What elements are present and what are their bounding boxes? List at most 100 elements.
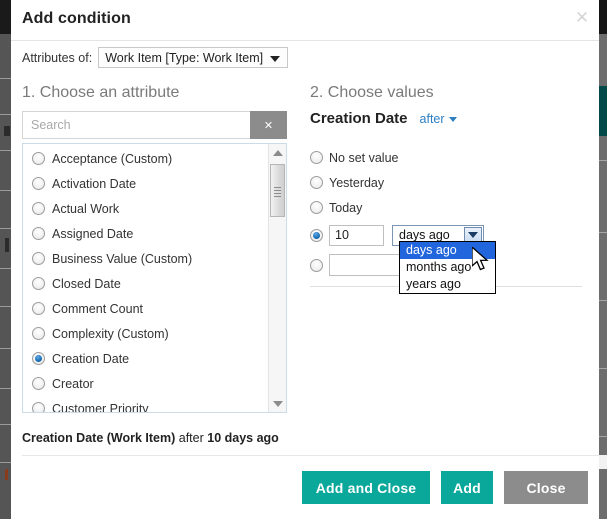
attribute-list-item-label: Complexity (Custom): [52, 326, 169, 341]
background-divider: [599, 368, 607, 369]
radio-selected-icon[interactable]: [32, 352, 45, 365]
scrollbar-grip-line: [274, 187, 281, 188]
attribute-list-item-label: Closed Date: [52, 276, 121, 291]
attribute-list-item[interactable]: Complexity (Custom): [23, 321, 267, 346]
value-option-row[interactable]: No set value: [310, 145, 599, 170]
attribute-list-item-label: Assigned Date: [52, 226, 134, 241]
attributes-of-select[interactable]: Work Item [Type: Work Item]: [98, 47, 289, 68]
attribute-list-item-label: Acceptance (Custom): [52, 151, 173, 166]
attribute-list-item-label: Creator: [52, 376, 94, 391]
add-button[interactable]: Add: [441, 471, 493, 504]
chevron-down-icon: [448, 116, 457, 122]
attribute-list-item[interactable]: Business Value (Custom): [23, 246, 267, 271]
attribute-search-row: ✕: [22, 111, 287, 139]
background-divider: [599, 436, 607, 437]
background-glyph: [4, 126, 10, 136]
attribute-list-item[interactable]: Actual Work: [23, 196, 267, 221]
radio-icon[interactable]: [310, 258, 323, 272]
radio-selected-icon[interactable]: [310, 228, 323, 242]
close-button[interactable]: Close: [504, 471, 588, 504]
attribute-list-item-label: Activation Date: [52, 176, 137, 191]
attribute-list-scrollbar[interactable]: [268, 144, 286, 412]
background-divider: [599, 232, 607, 233]
dialog-title: Add condition: [22, 10, 131, 27]
background-divider: [599, 300, 607, 301]
scroll-up-arrow-icon[interactable]: [269, 144, 286, 161]
radio-icon[interactable]: [32, 227, 45, 240]
scroll-down-arrow-icon[interactable]: [269, 395, 286, 412]
attribute-list-item[interactable]: Customer Priority: [23, 396, 267, 413]
selected-attribute-name: Creation Date: [310, 110, 408, 127]
attribute-list-item[interactable]: Acceptance (Custom): [23, 146, 267, 171]
radio-icon[interactable]: [32, 377, 45, 390]
scrollbar-grip-line: [274, 196, 281, 197]
background-divider: [599, 160, 607, 161]
add-condition-dialog: Add condition ✕ Attributes of: Work Item…: [11, 0, 599, 519]
radio-icon[interactable]: [32, 252, 45, 265]
unit-dropdown-item[interactable]: years ago: [400, 276, 495, 293]
attribute-list-item[interactable]: Closed Date: [23, 271, 267, 296]
choose-values-panel: Creation Date after No set value Yesterda…: [310, 110, 599, 276]
summary-value: 10 days ago: [207, 431, 279, 445]
background-right-strip: [599, 0, 607, 519]
radio-icon[interactable]: [310, 201, 323, 214]
radio-icon[interactable]: [310, 176, 323, 189]
summary-operator: after: [178, 431, 204, 445]
add-and-close-button[interactable]: Add and Close: [302, 471, 430, 504]
search-input[interactable]: [22, 111, 250, 139]
summary-divider: [22, 455, 599, 456]
attribute-list: Acceptance (Custom) Activation Date Actual…: [22, 143, 287, 413]
attribute-list-item[interactable]: Activation Date: [23, 171, 267, 196]
radio-icon[interactable]: [32, 177, 45, 190]
background-accent-strip: [599, 86, 607, 136]
operator-dropdown[interactable]: after: [420, 112, 457, 126]
radio-icon[interactable]: [32, 327, 45, 340]
value-option-label: No set value: [329, 150, 399, 165]
summary-prefix: Creation Date (Work Item): [22, 431, 176, 445]
attribute-list-item[interactable]: Assigned Date: [23, 221, 267, 246]
attributes-of-row: Attributes of: Work Item [Type: Work Ite…: [22, 47, 289, 68]
step1-title: 1. Choose an attribute: [22, 84, 180, 101]
value-option-row[interactable]: Yesterday: [310, 170, 599, 195]
background-glyph: [5, 238, 9, 252]
attribute-list-item[interactable]: Creator: [23, 371, 267, 396]
arrow-up-glyph: [272, 149, 283, 156]
radio-icon[interactable]: [32, 277, 45, 290]
background-right-light-block: [599, 455, 607, 469]
scrollbar-thumb[interactable]: [270, 164, 285, 217]
radio-icon[interactable]: [32, 152, 45, 165]
attribute-list-items: Acceptance (Custom) Activation Date Actual…: [23, 144, 267, 412]
value-option-label: Yesterday: [329, 175, 385, 190]
value-option-row[interactable]: Today: [310, 195, 599, 220]
search-clear-icon[interactable]: ✕: [250, 111, 287, 139]
relative-number-input[interactable]: [329, 224, 384, 246]
screen: Add condition ✕ Attributes of: Work Item…: [0, 0, 607, 519]
unit-dropdown-list[interactable]: days ago months ago years ago: [399, 241, 496, 294]
radio-icon[interactable]: [32, 202, 45, 215]
attributes-of-value: Work Item [Type: Work Item]: [105, 50, 264, 65]
dialog-footer: Add and Close Add Close: [11, 457, 599, 519]
attribute-list-item-label: Customer Priority: [52, 401, 149, 413]
radio-icon[interactable]: [310, 151, 323, 164]
attributes-of-label: Attributes of:: [22, 50, 93, 65]
unit-select-value: days ago: [399, 228, 450, 242]
condition-summary: Creation Date (Work Item) after 10 days …: [22, 431, 279, 445]
scrollbar-grip-line: [274, 190, 281, 191]
attribute-list-item-label: Actual Work: [52, 201, 120, 216]
unit-dropdown-item[interactable]: months ago: [400, 259, 495, 276]
background-glyph: [5, 469, 8, 480]
radio-icon[interactable]: [32, 402, 45, 412]
unit-dropdown-item[interactable]: days ago: [400, 242, 495, 259]
dialog-titlebar: Add condition ✕: [11, 0, 599, 41]
radio-icon[interactable]: [32, 302, 45, 315]
step2-title: 2. Choose values: [310, 84, 434, 101]
attribute-list-item[interactable]: Comment Count: [23, 296, 267, 321]
value-option-label: Today: [329, 200, 363, 215]
arrow-down-glyph: [272, 400, 283, 407]
attribute-list-item[interactable]: Creation Date: [23, 346, 267, 371]
scrollbar-grip-line: [274, 193, 281, 194]
background-topbar-right: [599, 0, 607, 34]
selected-attribute-header: Creation Date after: [310, 110, 599, 127]
attribute-list-item-label: Comment Count: [52, 301, 144, 316]
close-icon[interactable]: ✕: [573, 9, 591, 27]
